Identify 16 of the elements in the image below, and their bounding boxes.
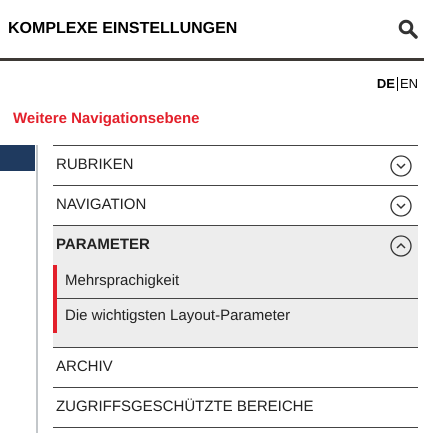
submenu-item[interactable]: Die wichtigsten Layout-Parameter xyxy=(57,299,418,333)
expand-icon[interactable] xyxy=(390,154,412,176)
expand-icon[interactable] xyxy=(390,194,412,216)
menu-item[interactable]: PARAMETER xyxy=(53,226,418,265)
collapse-icon[interactable] xyxy=(390,234,412,256)
menu-item[interactable]: ZUGRIFFSGESCHÜTZTE BEREICHE xyxy=(53,388,418,427)
submenu-item[interactable]: Mehrsprachigkeit xyxy=(57,265,418,299)
side-panel-bar xyxy=(0,145,35,171)
language-link[interactable]: EN xyxy=(400,74,418,94)
menu-item[interactable]: ARCHIV xyxy=(53,348,418,387)
menu-item[interactable]: RUBRIKEN xyxy=(53,146,418,185)
language-link[interactable]: DE xyxy=(376,74,395,94)
page-title: KOMPLEXE EINSTELLUNGEN xyxy=(8,19,238,39)
section-heading: Weitere Navigationsebene xyxy=(12,108,200,128)
search-icon[interactable] xyxy=(398,19,418,39)
menu-item[interactable]: NAVIGATION xyxy=(53,186,418,225)
